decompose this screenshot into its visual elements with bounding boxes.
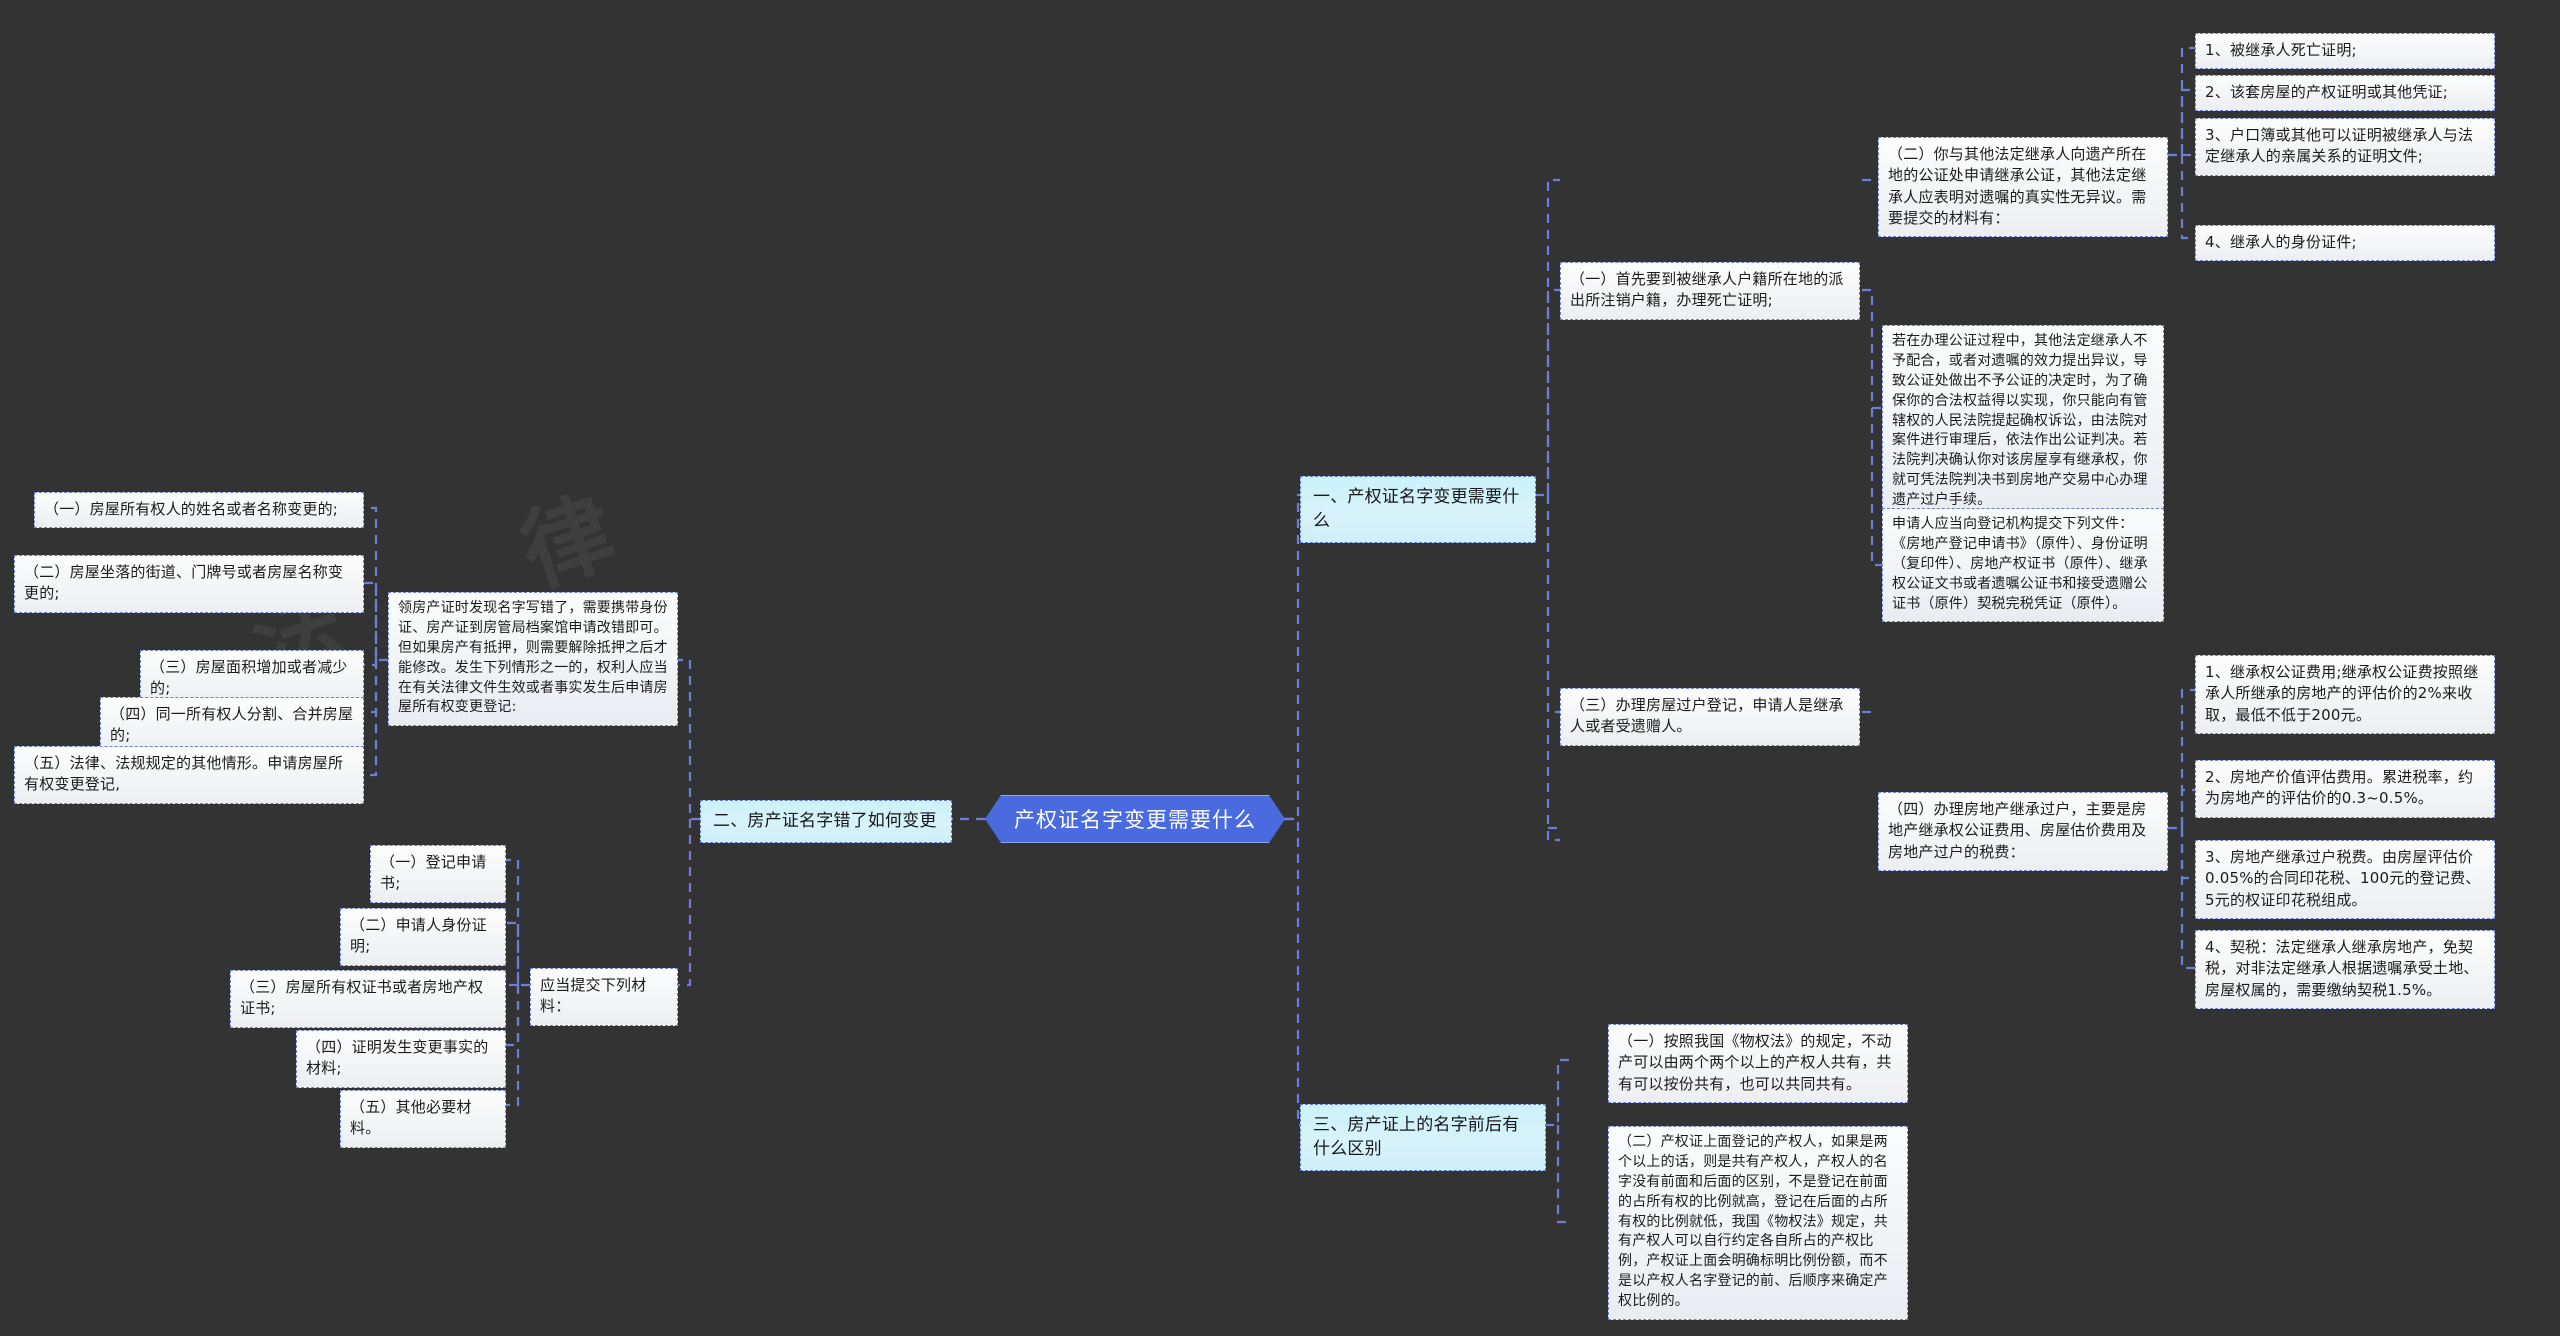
link-b1-note1 xyxy=(1862,288,1882,410)
center-node[interactable]: 产权证名字变更需要什么 xyxy=(985,795,1285,843)
branch2-case-1[interactable]: （一）房屋所有权人的姓名或者名称变更的; xyxy=(34,492,364,529)
link-b1-f2 xyxy=(2180,788,2195,828)
branch1-fee-1[interactable]: 1、继承权公证费用;继承权公证费按照继承人所继承的房地产的评估价的2%来收取，最… xyxy=(2195,655,2495,734)
branch1-fee-2[interactable]: 2、房地产价值评估费用。累进税率，约为房地产的评估价的0.3~0.5%。 xyxy=(2195,760,2495,818)
branch1-material-2[interactable]: 2、该套房屋的产权证明或其他凭证; xyxy=(2195,75,2495,112)
branch1-item-1[interactable]: （一）首先要到被继承人户籍所在地的派出所注销户籍，办理死亡证明; xyxy=(1560,262,1860,320)
link-b2-c3 xyxy=(364,660,378,667)
branch2-material-3[interactable]: （三）房屋所有权证书或者房地产权证书; xyxy=(230,970,506,1028)
branch2-material-5[interactable]: （五）其他必要材料。 xyxy=(340,1090,506,1148)
link-b1-i3 xyxy=(1546,495,1560,714)
link-b1-i4-spine xyxy=(1546,495,1560,842)
branch1-material-1[interactable]: 1、被继承人死亡证明; xyxy=(2195,33,2495,70)
link-b1-f4 xyxy=(2180,828,2195,970)
branch1-item-2-note-2[interactable]: 申请人应当向登记机构提交下列文件：《房地产登记申请书》（原件）、身份证明（复印件… xyxy=(1882,508,2164,623)
branch-node-1[interactable]: 一、产权证名字变更需要什么 xyxy=(1300,476,1536,544)
link-center-branch3 xyxy=(1285,817,1300,1127)
branch2-summary[interactable]: 领房产证时发现名字写错了，需要携带身份证、房产证到房管局档案馆申请改错即可。但如… xyxy=(388,592,678,727)
branch1-item-2[interactable]: （二）你与其他法定继承人向遗产所在地的公证处申请继承公证，其他法定继承人应表明对… xyxy=(1878,137,2168,238)
link-b2-c4 xyxy=(364,660,378,714)
link-center-branch1 xyxy=(1285,493,1300,821)
link-b2-c1 xyxy=(364,506,388,662)
branch1-fee-4[interactable]: 4、契税：法定继承人继承房地产，免契税，对非法定继承人根据遗嘱承受土地、房屋权属… xyxy=(2195,930,2495,1009)
link-b1-f3 xyxy=(2180,828,2195,880)
branch-node-3[interactable]: 三、房产证上的名字前后有什么区别 xyxy=(1300,1104,1546,1172)
branch2-materials-title[interactable]: 应当提交下列材料： xyxy=(530,968,678,1026)
link-b2-m4 xyxy=(506,985,520,1047)
mindmap-canvas: 法 律 咨 xyxy=(0,0,2560,1336)
branch2-material-1[interactable]: （一）登记申请书; xyxy=(370,845,506,903)
link-b2-m5 xyxy=(506,985,520,1107)
branch1-item-3[interactable]: （三）办理房屋过户登记，申请人是继承人或者受遗赠人。 xyxy=(1560,688,1860,746)
link-b3-i1 xyxy=(1545,1058,1572,1127)
link-b2-materials xyxy=(678,819,692,987)
branch2-case-5[interactable]: （五）法律、法规规定的其他情形。申请房屋所有权变更登记, xyxy=(14,746,364,804)
link-b2-summary xyxy=(678,658,700,821)
branch2-material-4[interactable]: （四）证明发生变更事实的材料; xyxy=(296,1030,506,1088)
watermark-text: 律 xyxy=(508,479,627,607)
branch1-material-4[interactable]: 4、继承人的身份证件; xyxy=(2195,225,2495,262)
branch2-case-2[interactable]: （二）房屋坐落的街道、门牌号或者房屋名称变更的; xyxy=(14,555,364,613)
link-b2-m2 xyxy=(506,921,520,985)
link-b1-i2-up xyxy=(1546,178,1560,495)
link-b2-m1 xyxy=(506,858,530,987)
branch1-item-2-note-1[interactable]: 若在办理公证过程中，其他法定继承人不予配合，或者对遗嘱的效力提出异议，导致公证处… xyxy=(1882,325,2164,519)
link-b1-i1 xyxy=(1535,288,1560,497)
link-b1-m4 xyxy=(2180,155,2195,240)
link-b1-m2 xyxy=(2180,88,2195,155)
link-b3-i2 xyxy=(1556,1125,1572,1224)
link-b1-m1 xyxy=(2168,46,2195,157)
branch1-item-4[interactable]: （四）办理房地产继承过户，主要是房地产继承权公证费用、房屋估价费用及房地产过户的… xyxy=(1878,792,2168,871)
branch3-item-2[interactable]: （二）产权证上面登记的产权人，如果是两个以上的话，则是共有产权人，产权人的名字没… xyxy=(1608,1126,1908,1320)
branch-node-2[interactable]: 二、房产证名字错了如何变更 xyxy=(700,800,952,844)
branch3-item-1[interactable]: （一）按照我国《物权法》的规定，不动产可以由两个两个以上的产权人共有，共有可以按… xyxy=(1608,1024,1908,1103)
branch1-material-3[interactable]: 3、户口簿或其他可以证明被继承人与法定继承人的亲属关系的证明文件; xyxy=(2195,118,2495,176)
link-b1-note2 xyxy=(1870,408,1882,567)
link-b2-c2 xyxy=(364,581,378,660)
link-b2-c5 xyxy=(364,660,378,777)
link-b1-f1 xyxy=(2168,688,2195,830)
branch1-fee-3[interactable]: 3、房地产继承过户税费。由房屋评估价0.05%的合同印花税、100元的登记费、5… xyxy=(2195,840,2495,919)
branch2-material-2[interactable]: （二）申请人身份证明; xyxy=(340,908,506,966)
